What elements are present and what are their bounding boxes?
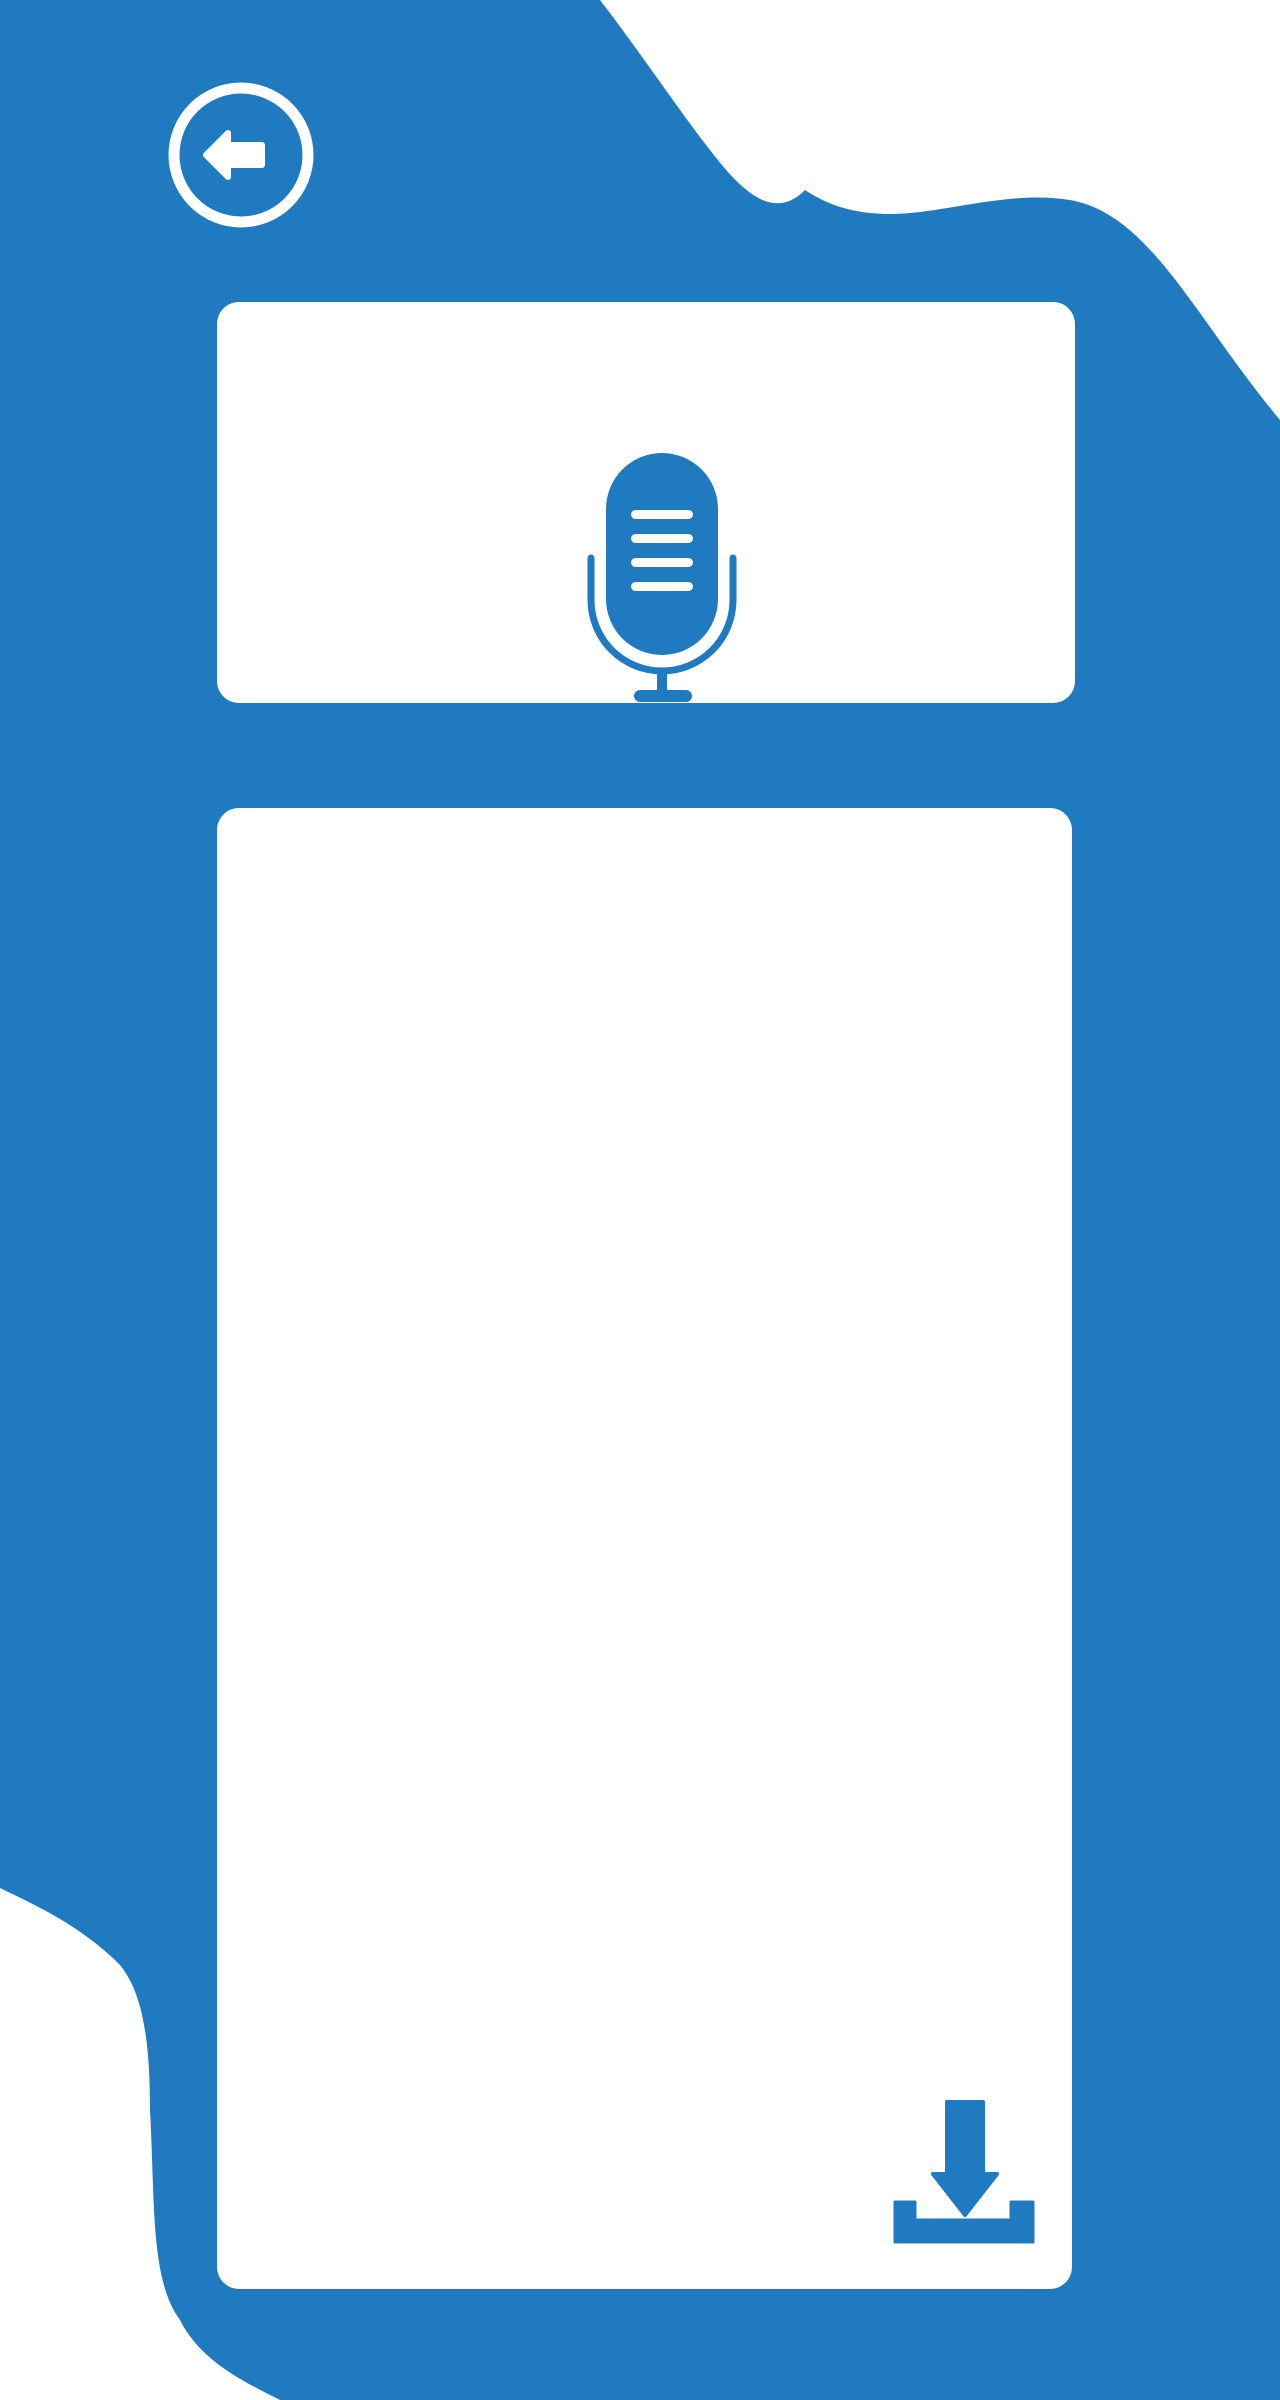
app-screen <box>0 0 1280 2400</box>
back-button[interactable] <box>166 80 316 230</box>
arrow-left-circle-icon <box>168 82 314 228</box>
download-icon <box>893 2100 1035 2244</box>
download-button[interactable] <box>893 2097 1041 2245</box>
microphone-icon <box>587 453 737 702</box>
record-button[interactable] <box>586 450 742 706</box>
transcript-panel[interactable] <box>217 808 1072 2289</box>
transcript-text[interactable] <box>257 848 1032 2089</box>
